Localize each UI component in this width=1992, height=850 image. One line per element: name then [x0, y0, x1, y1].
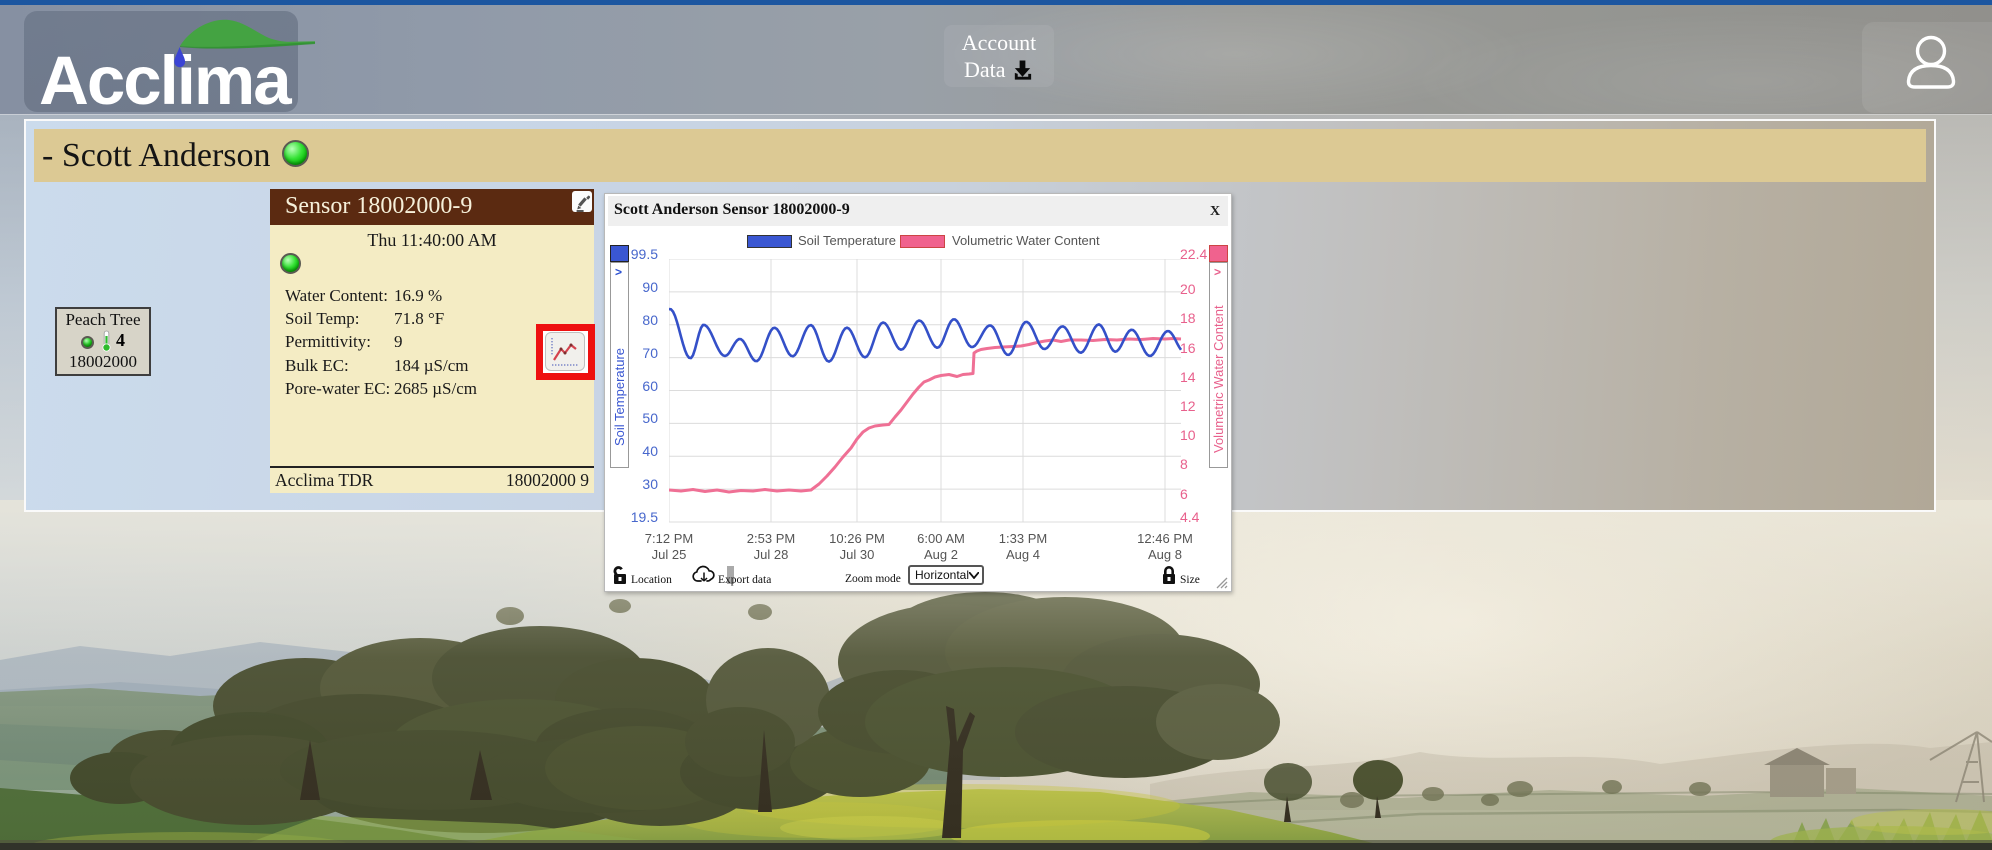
svg-text:Location: Location [631, 574, 672, 586]
svg-text:Zoom mode: Zoom mode [845, 573, 901, 585]
svg-text:Size: Size [1180, 574, 1200, 586]
svg-text:Export data: Export data [718, 574, 771, 586]
